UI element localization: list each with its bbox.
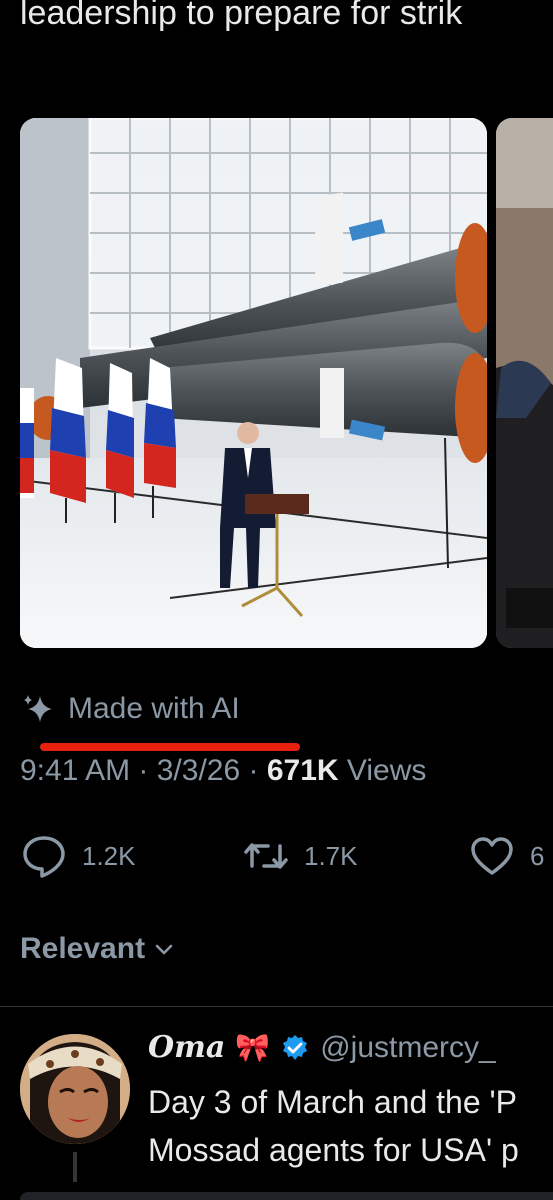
reply-count: 1.2K [82, 840, 136, 871]
views-label: Views [338, 754, 427, 787]
avatar-image [20, 1034, 130, 1144]
bottom-sheet-edge [20, 1192, 553, 1200]
tweet-date[interactable]: 3/3/26 [157, 754, 240, 787]
repost-count: 1.7K [304, 840, 358, 871]
tweet-text: leadership to prepare for strik [20, 0, 553, 38]
reply-text-line: Mossad agents for USA' p [148, 1132, 519, 1168]
reply-text-line: Day 3 of March and the 'P [148, 1084, 517, 1120]
reply-text: Day 3 of March and the 'P Mossad agents … [148, 1078, 553, 1174]
sort-replies-dropdown[interactable]: Relevant [20, 932, 177, 966]
reply-button[interactable]: 1.2K [20, 832, 136, 880]
reply-header: Oma 🎀 @justmercy_ [148, 1030, 496, 1065]
ai-label[interactable]: Made with AI [22, 692, 240, 726]
ai-label-text: Made with AI [68, 692, 240, 725]
repost-button[interactable]: 1.7K [242, 832, 358, 880]
tweet-text-line: leadership to prepare for strik [20, 0, 463, 32]
reply-author-name[interactable]: Oma [148, 1030, 225, 1065]
meta-separator: · [130, 754, 157, 787]
heart-icon [471, 837, 513, 875]
like-button[interactable]: 6 [468, 832, 544, 880]
tweet-actions: 1.2K 1.7K 6 [0, 832, 553, 880]
tweet-meta: 9:41 AM · 3/3/26 · 671K Views [20, 754, 426, 788]
second-photo [496, 118, 553, 648]
like-count: 6 [530, 840, 545, 871]
views-count: 671K [266, 754, 339, 787]
tweet-media-image-second[interactable] [496, 118, 553, 648]
avatar[interactable] [20, 1034, 130, 1144]
sparkle-icon [24, 695, 52, 722]
meta-separator: · [240, 754, 267, 787]
tweet-media-image[interactable] [20, 118, 487, 648]
sort-label: Relevant [20, 932, 146, 965]
reply-bubble-icon [23, 836, 65, 878]
bow-emoji: 🎀 [235, 1032, 271, 1063]
chevron-down-icon [155, 944, 173, 955]
reply-author-handle[interactable]: @justmercy_ [320, 1031, 496, 1065]
hangar-photo [20, 118, 487, 648]
thread-line [73, 1152, 77, 1182]
repost-icon [244, 843, 288, 869]
tweet-time[interactable]: 9:41 AM [20, 754, 130, 787]
divider [0, 1006, 553, 1007]
verified-badge-icon[interactable] [280, 1033, 310, 1063]
red-underline-annotation [40, 743, 300, 751]
